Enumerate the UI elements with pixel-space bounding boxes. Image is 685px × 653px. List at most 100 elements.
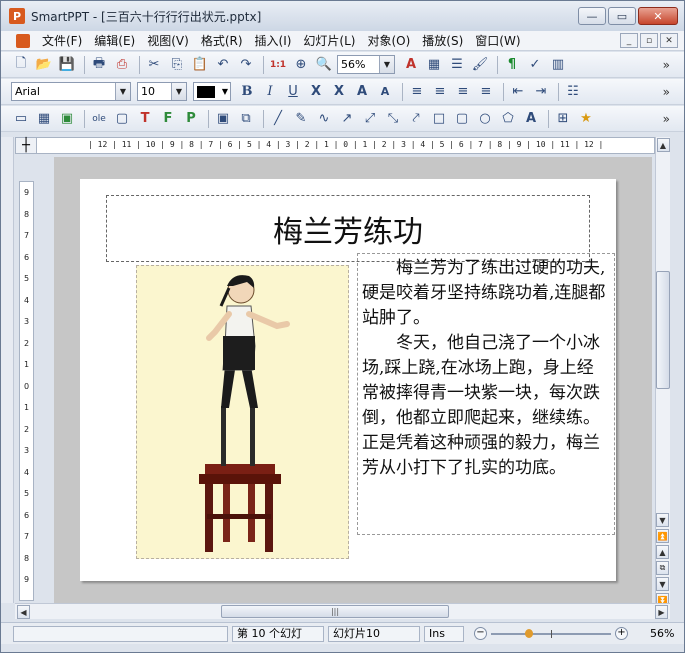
menu-slide[interactable]: 幻灯片(L)	[297, 32, 361, 50]
slide-title[interactable]: 梅兰芳练功	[106, 195, 590, 262]
ellipse-icon[interactable]: ○	[475, 110, 495, 128]
vertical-scroll-thumb[interactable]	[656, 271, 670, 389]
font-name-combo[interactable]: Arial ▼	[11, 82, 131, 101]
menu-format[interactable]: 格式(R)	[195, 32, 249, 50]
close-button[interactable]: ✕	[638, 7, 678, 25]
clear-format-button[interactable]: X	[329, 83, 349, 101]
strikethrough-button[interactable]: X	[306, 83, 326, 101]
insert-table-icon[interactable]: ▦	[34, 110, 54, 128]
slide-canvas[interactable]: 梅兰芳练功 梅兰芳为了练出过硬的功夫,硬是咬着牙坚持练跷功着,连腿都站肿了。 冬…	[54, 157, 652, 603]
group-icon[interactable]: ▣	[213, 110, 233, 128]
zoom-slider[interactable]	[491, 628, 611, 638]
cut-icon[interactable]: ✂	[144, 56, 164, 74]
magnifier-icon[interactable]: 🔍	[314, 56, 334, 74]
ruler-corner-icon[interactable]: ┼	[15, 137, 37, 154]
vertical-scrollbar[interactable]: ▲ ▼ ⏫ ▲ ⧉ ▼ ⏬	[655, 137, 670, 607]
toolbar-overflow-icon[interactable]: »	[663, 112, 670, 126]
curve-icon[interactable]: ∿	[314, 110, 334, 128]
insert-picture-icon[interactable]: ▣	[57, 110, 77, 128]
ole-object-icon[interactable]: ole	[89, 110, 109, 128]
shapes-icon[interactable]: ⬠	[498, 110, 518, 128]
page-object-icon[interactable]: P	[181, 110, 201, 128]
italic-button[interactable]: I	[260, 83, 280, 101]
minimize-button[interactable]: —	[578, 7, 606, 25]
insert-mode[interactable]: Ins	[424, 625, 464, 642]
zoom-out-icon[interactable]: −	[474, 627, 487, 640]
align-center-icon[interactable]: ≡	[430, 83, 450, 101]
zoom-combo[interactable]: 56% ▼	[337, 55, 395, 74]
slide-list-icon[interactable]: ⧉	[656, 561, 669, 575]
scroll-up-icon[interactable]: ▲	[656, 138, 670, 152]
rounded-rectangle-icon[interactable]: ▢	[452, 110, 472, 128]
format-painter-icon[interactable]: 🖌	[470, 56, 490, 74]
text-object-icon[interactable]: T	[135, 110, 155, 128]
menu-file[interactable]: 文件(F)	[36, 32, 88, 50]
chevron-down-icon[interactable]: ▼	[379, 56, 394, 73]
bold-button[interactable]: B	[237, 83, 257, 101]
redo-icon[interactable]: ↷	[236, 56, 256, 74]
zoom-slider-knob[interactable]	[525, 628, 533, 638]
arrow-icon[interactable]: ↗	[337, 110, 357, 128]
paste-icon[interactable]: 📋	[190, 56, 210, 74]
zoom-in-icon[interactable]: +	[615, 627, 628, 640]
font-size-combo[interactable]: 10 ▼	[137, 82, 187, 101]
toolbar-overflow-icon[interactable]: »	[663, 58, 670, 72]
connector-icon[interactable]: ⤢	[360, 110, 380, 128]
doc-close-button[interactable]: ✕	[660, 33, 678, 48]
undo-icon[interactable]: ↶	[213, 56, 233, 74]
slide-illustration[interactable]	[136, 265, 349, 559]
star-icon[interactable]: ★	[576, 110, 596, 128]
toolbar-overflow-icon[interactable]: »	[663, 85, 670, 99]
zoom-fit-icon[interactable]: ⊕	[291, 56, 311, 74]
ungroup-icon[interactable]: ⧉	[236, 110, 256, 128]
table-properties-icon[interactable]: ▦	[424, 56, 444, 74]
align-left-icon[interactable]: ≡	[407, 83, 427, 101]
slide-body-text[interactable]: 梅兰芳为了练出过硬的功夫,硬是咬着牙坚持练跷功着,连腿都站肿了。 冬天，他自己浇…	[357, 253, 615, 535]
chevron-down-icon[interactable]: ▼	[115, 83, 130, 100]
curved-connector-icon[interactable]: ⤤	[406, 110, 426, 128]
frame-icon[interactable]: ▢	[112, 110, 132, 128]
menu-edit[interactable]: 编辑(E)	[88, 32, 141, 50]
actual-size-icon[interactable]: 1:1	[268, 56, 288, 74]
first-slide-icon[interactable]: ⏫	[656, 529, 669, 543]
doc-restore-button[interactable]: ▫	[640, 33, 658, 48]
pencil-icon[interactable]: ✎	[291, 110, 311, 128]
bullet-list-icon[interactable]: ☷	[563, 83, 583, 101]
new-document-icon[interactable]: 🗋	[11, 56, 31, 74]
decrease-indent-icon[interactable]: ⇤	[508, 83, 528, 101]
increase-indent-icon[interactable]: ⇥	[531, 83, 551, 101]
print-icon[interactable]: 🖶	[89, 56, 109, 74]
menu-view[interactable]: 视图(V)	[141, 32, 195, 50]
chevron-down-icon[interactable]: ▼	[222, 87, 228, 96]
align-objects-icon[interactable]: ⊞	[553, 110, 573, 128]
next-slide-icon[interactable]: ▼	[656, 577, 669, 591]
chevron-down-icon[interactable]: ▼	[171, 83, 186, 100]
font-color-picker[interactable]: ▼	[193, 82, 231, 101]
line-icon[interactable]: ╱	[268, 110, 288, 128]
maximize-button[interactable]: ▭	[608, 7, 636, 25]
menu-window[interactable]: 窗口(W)	[469, 32, 526, 50]
slide[interactable]: 梅兰芳练功 梅兰芳为了练出过硬的功夫,硬是咬着牙坚持练跷功着,连腿都站肿了。 冬…	[80, 179, 616, 581]
save-icon[interactable]: 💾	[57, 56, 77, 74]
horizontal-scrollbar[interactable]: ◀ ||| ▶	[15, 603, 670, 619]
menu-insert[interactable]: 插入(I)	[249, 32, 298, 50]
grow-font-button[interactable]: A	[352, 83, 372, 101]
scroll-down-icon[interactable]: ▼	[656, 513, 669, 527]
scroll-right-icon[interactable]: ▶	[655, 605, 668, 619]
shrink-font-button[interactable]: A	[375, 83, 395, 101]
align-right-icon[interactable]: ≡	[453, 83, 473, 101]
wordart-icon[interactable]: A	[521, 110, 541, 128]
menu-play[interactable]: 播放(S)	[416, 32, 469, 50]
menu-object[interactable]: 对象(O)	[361, 32, 416, 50]
doc-minimize-button[interactable]: _	[620, 33, 638, 48]
pdf-icon[interactable]: ⎙	[112, 56, 132, 74]
horizontal-scroll-thumb[interactable]: |||	[221, 605, 449, 618]
copy-icon[interactable]: ⎘	[167, 56, 187, 74]
justify-icon[interactable]: ≡	[476, 83, 496, 101]
open-folder-icon[interactable]: 📂	[34, 56, 54, 74]
previous-slide-icon[interactable]: ▲	[656, 545, 669, 559]
rectangle-icon[interactable]: □	[429, 110, 449, 128]
text-box-icon[interactable]: A	[401, 56, 421, 74]
elbow-connector-icon[interactable]: ⤡	[383, 110, 403, 128]
paragraph-mark-icon[interactable]: ¶	[502, 56, 522, 74]
